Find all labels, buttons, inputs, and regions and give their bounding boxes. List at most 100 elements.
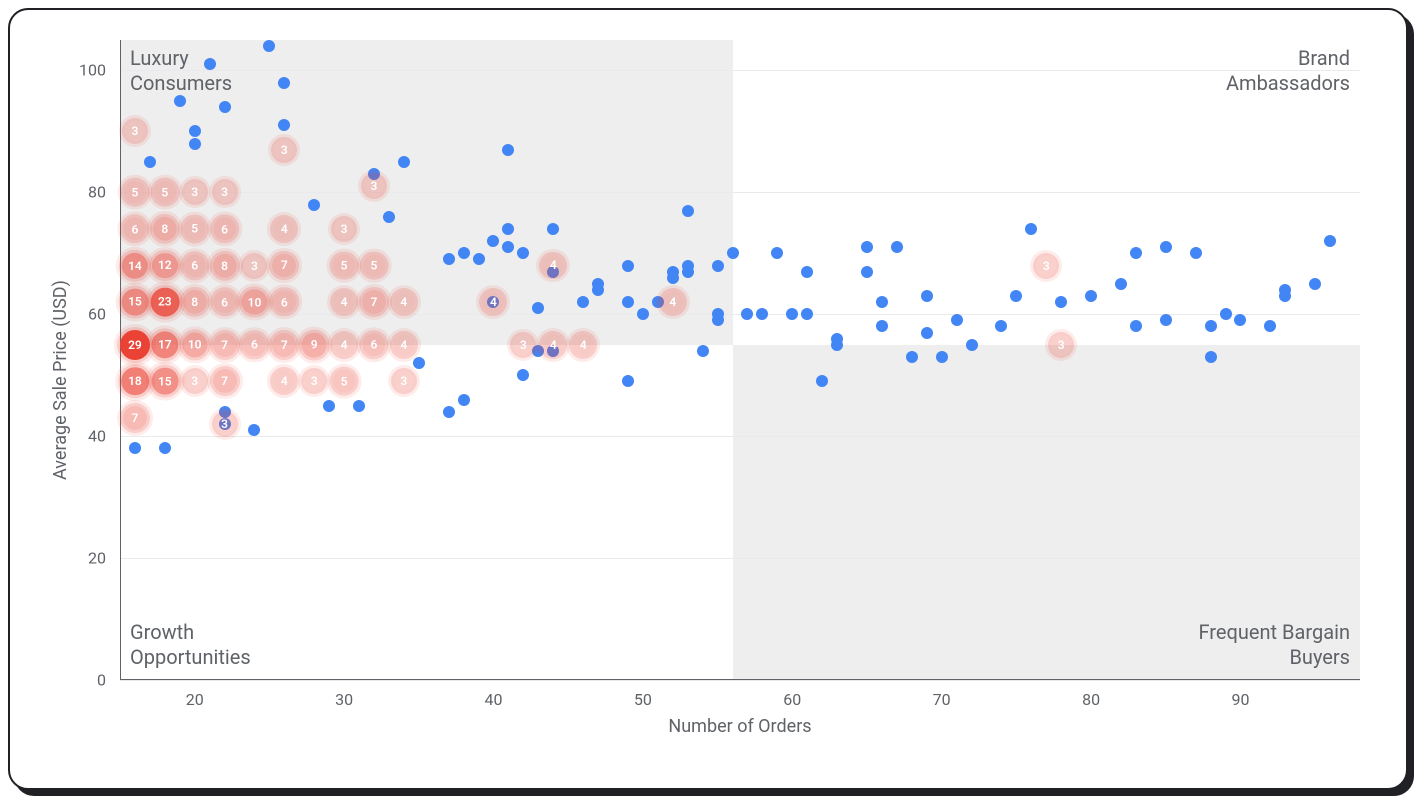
cluster-point[interactable]: 4	[393, 334, 415, 356]
data-point[interactable]	[682, 260, 694, 272]
cluster-point[interactable]: 3	[125, 121, 145, 141]
data-point[interactable]	[622, 375, 634, 387]
data-point[interactable]	[801, 266, 813, 278]
data-point[interactable]	[1130, 320, 1142, 332]
cluster-point[interactable]: 15	[122, 289, 149, 316]
cluster-point[interactable]: 3	[185, 182, 205, 202]
data-point[interactable]	[1055, 296, 1067, 308]
data-point[interactable]	[487, 235, 499, 247]
cluster-point[interactable]: 7	[213, 369, 237, 393]
cluster-point[interactable]: 4	[542, 255, 564, 277]
data-point[interactable]	[801, 308, 813, 320]
cluster-point[interactable]: 5	[363, 254, 386, 277]
data-point[interactable]	[263, 40, 275, 52]
cluster-point[interactable]: 4	[333, 291, 355, 313]
data-point[interactable]	[1085, 290, 1097, 302]
cluster-point[interactable]: 8	[183, 290, 207, 314]
data-point[interactable]	[1190, 247, 1202, 259]
data-point[interactable]	[174, 95, 186, 107]
data-point[interactable]	[1205, 351, 1217, 363]
data-point[interactable]	[353, 400, 365, 412]
data-point[interactable]	[1220, 308, 1232, 320]
data-point[interactable]	[906, 351, 918, 363]
cluster-point[interactable]: 7	[123, 406, 147, 430]
data-point[interactable]	[921, 327, 933, 339]
data-point[interactable]	[861, 241, 873, 253]
cluster-point[interactable]: 7	[362, 290, 386, 314]
data-point[interactable]	[1010, 290, 1022, 302]
data-point[interactable]	[278, 119, 290, 131]
data-point[interactable]	[891, 241, 903, 253]
cluster-point[interactable]: 10	[242, 290, 267, 315]
cluster-point[interactable]: 8	[212, 253, 236, 277]
cluster-point[interactable]: 4	[273, 218, 295, 240]
data-point[interactable]	[876, 320, 888, 332]
cluster-point[interactable]: 6	[123, 217, 146, 240]
cluster-point[interactable]: 7	[213, 333, 237, 357]
data-point[interactable]	[189, 125, 201, 137]
data-point[interactable]	[159, 442, 171, 454]
cluster-point[interactable]: 12	[152, 253, 178, 279]
data-point[interactable]	[189, 138, 201, 150]
data-point[interactable]	[741, 308, 753, 320]
data-point[interactable]	[936, 351, 948, 363]
data-point[interactable]	[697, 345, 709, 357]
cluster-point[interactable]: 3	[334, 219, 354, 239]
cluster-point[interactable]: 6	[213, 217, 236, 240]
cluster-point[interactable]: 4	[333, 334, 355, 356]
cluster-point[interactable]: 4	[483, 291, 505, 313]
cluster-point[interactable]: 10	[182, 332, 207, 357]
cluster-point[interactable]: 3	[244, 256, 264, 276]
cluster-point[interactable]: 5	[153, 181, 176, 204]
data-point[interactable]	[129, 442, 141, 454]
data-point[interactable]	[1264, 320, 1276, 332]
data-point[interactable]	[1160, 314, 1172, 326]
cluster-point[interactable]: 3	[364, 176, 384, 196]
data-point[interactable]	[532, 302, 544, 314]
data-point[interactable]	[1234, 314, 1246, 326]
cluster-point[interactable]: 17	[151, 331, 178, 358]
data-point[interactable]	[995, 320, 1007, 332]
data-point[interactable]	[1160, 241, 1172, 253]
data-point[interactable]	[458, 247, 470, 259]
cluster-point[interactable]: 6	[213, 290, 236, 313]
data-point[interactable]	[1205, 320, 1217, 332]
cluster-point[interactable]: 6	[362, 333, 385, 356]
cluster-point[interactable]: 6	[273, 290, 296, 313]
cluster-point[interactable]: 7	[272, 254, 296, 278]
data-point[interactable]	[1130, 247, 1142, 259]
data-point[interactable]	[727, 247, 739, 259]
cluster-point[interactable]: 3	[185, 371, 205, 391]
data-point[interactable]	[816, 375, 828, 387]
data-point[interactable]	[622, 296, 634, 308]
data-point[interactable]	[771, 247, 783, 259]
data-point[interactable]	[592, 278, 604, 290]
cluster-point[interactable]: 6	[243, 333, 266, 356]
data-point[interactable]	[443, 406, 455, 418]
data-point[interactable]	[473, 253, 485, 265]
data-point[interactable]	[667, 266, 679, 278]
data-point[interactable]	[966, 339, 978, 351]
cluster-point[interactable]: 6	[183, 254, 206, 277]
data-point[interactable]	[1279, 284, 1291, 296]
data-point[interactable]	[876, 296, 888, 308]
data-point[interactable]	[786, 308, 798, 320]
data-point[interactable]	[248, 424, 260, 436]
data-point[interactable]	[1324, 235, 1336, 247]
data-point[interactable]	[1115, 278, 1127, 290]
data-point[interactable]	[502, 144, 514, 156]
data-point[interactable]	[921, 290, 933, 302]
data-point[interactable]	[502, 223, 514, 235]
cluster-point[interactable]: 5	[333, 254, 356, 277]
cluster-point[interactable]: 15	[151, 368, 178, 395]
data-point[interactable]	[323, 400, 335, 412]
cluster-point[interactable]: 7	[272, 333, 296, 357]
data-point[interactable]	[1025, 223, 1037, 235]
data-point[interactable]	[458, 394, 470, 406]
data-point[interactable]	[383, 211, 395, 223]
cluster-point[interactable]: 5	[183, 218, 206, 241]
data-point[interactable]	[278, 77, 290, 89]
data-point[interactable]	[577, 296, 589, 308]
cluster-point[interactable]: 5	[124, 181, 147, 204]
cluster-point[interactable]: 23	[150, 288, 179, 317]
